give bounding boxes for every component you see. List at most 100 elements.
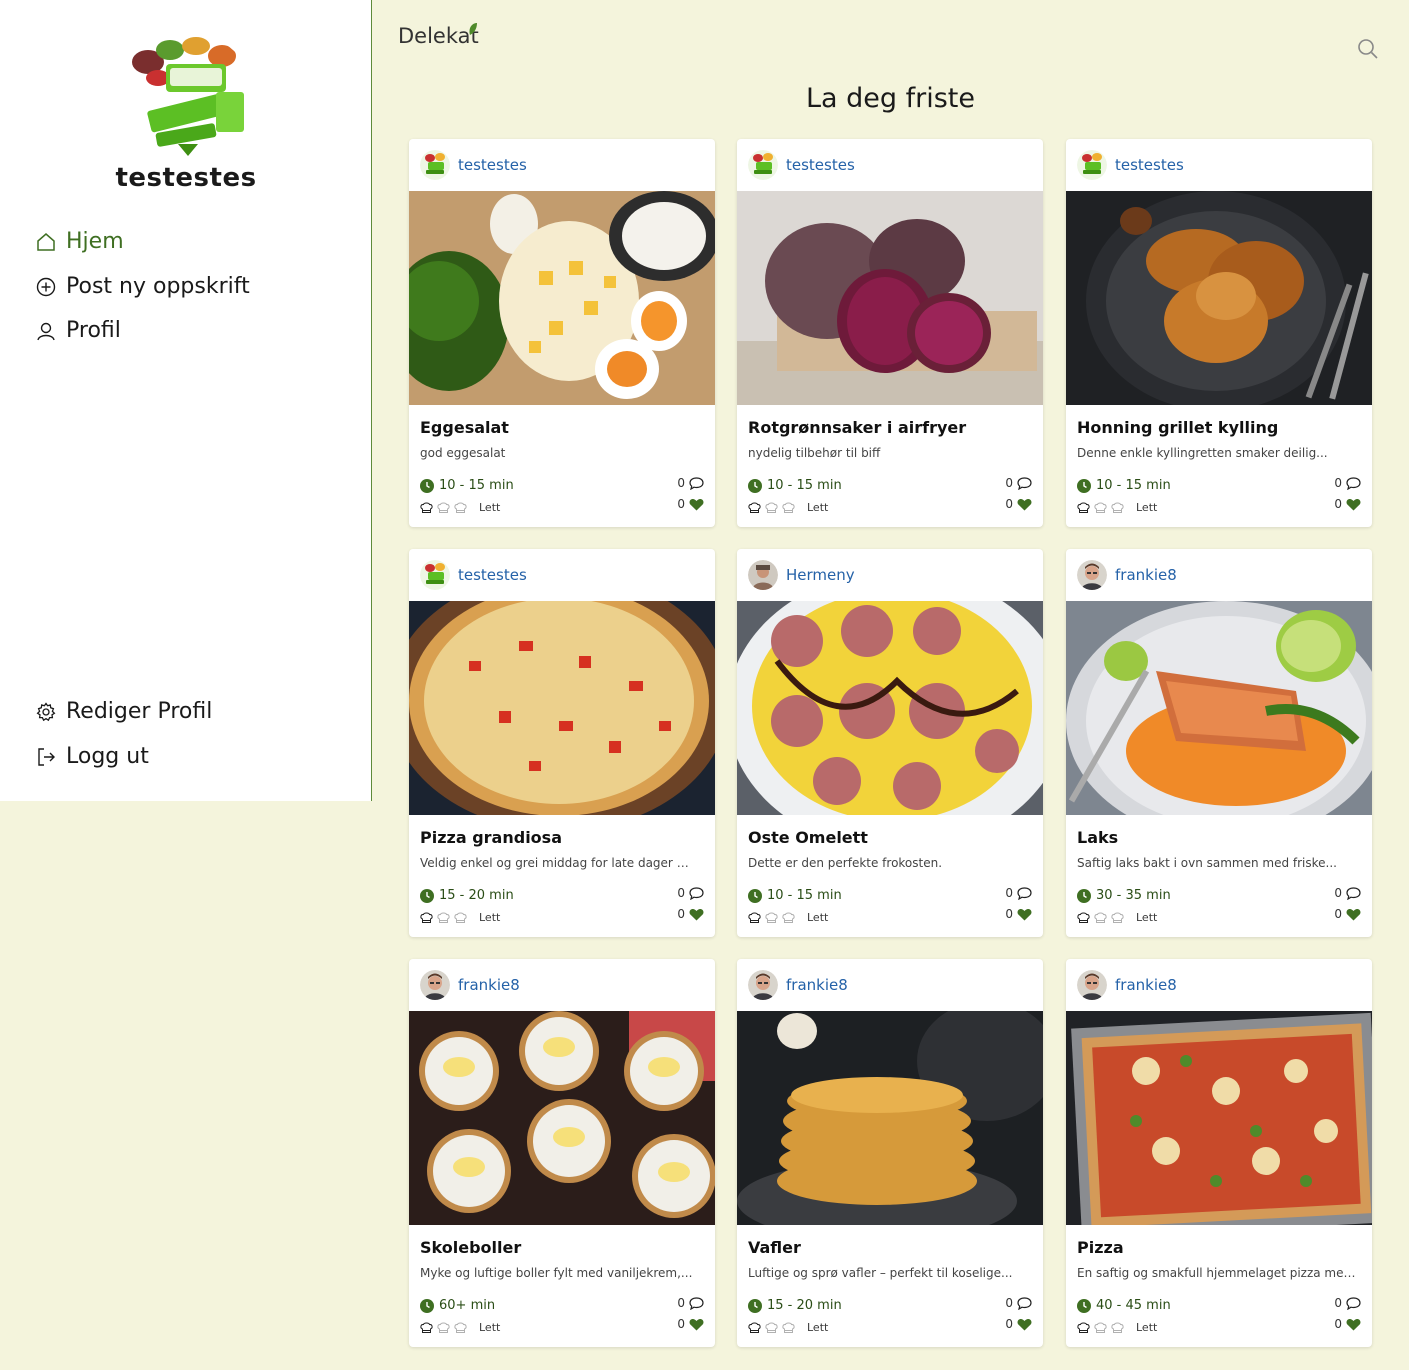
comment-count[interactable]: 0	[1005, 476, 1032, 490]
like-count-value: 0	[677, 907, 685, 921]
author-name[interactable]: frankie8	[786, 976, 848, 994]
recipe-image[interactable]	[409, 1011, 715, 1225]
leaf-icon	[469, 23, 477, 35]
recipe-title[interactable]: Laks	[1077, 828, 1361, 847]
comment-count[interactable]: 0	[677, 886, 704, 900]
recipe-card[interactable]: testestes Pizza grandiosa Veldig enkel o…	[409, 549, 715, 937]
comment-count[interactable]: 0	[1005, 1296, 1032, 1310]
like-button[interactable]: 0	[1334, 1317, 1361, 1331]
like-button[interactable]: 0	[1005, 1317, 1032, 1331]
nav-post-recipe[interactable]: Post ny oppskrift	[36, 274, 250, 299]
recipe-time: 10 - 15 min	[748, 888, 842, 903]
card-author: testestes	[409, 549, 715, 601]
author-name[interactable]: frankie8	[1115, 976, 1177, 994]
chef-hat-icon	[454, 502, 467, 513]
recipe-card[interactable]: frankie8 Laks Saftig laks bakt i ovn sam…	[1066, 549, 1372, 937]
like-button[interactable]: 0	[1334, 497, 1361, 511]
profile-avatar[interactable]	[118, 32, 254, 162]
recipe-title[interactable]: Rotgrønnsaker i airfryer	[748, 418, 1032, 437]
author-name[interactable]: Hermeny	[786, 566, 855, 584]
comment-icon	[1017, 476, 1032, 490]
app-logo[interactable]: Delekat	[398, 24, 479, 48]
author-avatar[interactable]	[1077, 150, 1107, 180]
recipe-title[interactable]: Oste Omelett	[748, 828, 1032, 847]
like-button[interactable]: 0	[1334, 907, 1361, 921]
recipe-title[interactable]: Honning grillet kylling	[1077, 418, 1361, 437]
like-button[interactable]: 0	[677, 1317, 704, 1331]
card-body: Pizza En saftig og smakfull hjemmelaget …	[1066, 1225, 1372, 1347]
heart-icon[interactable]	[689, 498, 704, 511]
heart-icon[interactable]	[689, 908, 704, 921]
author-avatar[interactable]	[748, 560, 778, 590]
recipe-image[interactable]	[737, 601, 1043, 815]
comment-count[interactable]: 0	[677, 476, 704, 490]
author-avatar[interactable]	[420, 150, 450, 180]
heart-icon[interactable]	[1017, 1318, 1032, 1331]
chef-hat-icon	[765, 912, 778, 923]
author-name[interactable]: testestes	[1115, 156, 1184, 174]
recipe-image[interactable]	[737, 1011, 1043, 1225]
recipe-image[interactable]	[1066, 601, 1372, 815]
author-name[interactable]: frankie8	[458, 976, 520, 994]
heart-icon[interactable]	[1017, 498, 1032, 511]
heart-icon[interactable]	[1346, 498, 1361, 511]
author-avatar[interactable]	[748, 970, 778, 1000]
nav-home[interactable]: Hjem	[36, 229, 124, 254]
recipe-image[interactable]	[409, 191, 715, 405]
recipe-time-label: 15 - 20 min	[767, 1298, 842, 1313]
recipe-card[interactable]: frankie8 Skoleboller Myke og luftige bol…	[409, 959, 715, 1347]
author-avatar[interactable]	[748, 150, 778, 180]
heart-icon[interactable]	[1346, 1318, 1361, 1331]
logout-icon	[38, 747, 55, 766]
card-author: frankie8	[1066, 549, 1372, 601]
recipe-title[interactable]: Skoleboller	[420, 1238, 704, 1257]
nav-logout[interactable]: Logg ut	[36, 744, 149, 769]
like-button[interactable]: 0	[677, 907, 704, 921]
recipe-card[interactable]: frankie8 Pizza En saftig og smakfull hje…	[1066, 959, 1372, 1347]
recipe-card[interactable]: testestes Eggesalat god eggesalat 10 - 1…	[409, 139, 715, 527]
recipe-title[interactable]: Vafler	[748, 1238, 1032, 1257]
recipe-image[interactable]	[409, 601, 715, 815]
recipe-card[interactable]: Hermeny Oste Omelett Dette er den perfek…	[737, 549, 1043, 937]
comment-count[interactable]: 0	[677, 1296, 704, 1310]
comment-icon	[689, 886, 704, 900]
author-name[interactable]: testestes	[786, 156, 855, 174]
chef-hat-icon	[1111, 502, 1124, 513]
recipe-time: 15 - 20 min	[748, 1298, 842, 1313]
recipe-time-label: 10 - 15 min	[1096, 478, 1171, 493]
nav-edit-profile[interactable]: Rediger Profil	[36, 699, 212, 724]
chef-hat-icon	[454, 1322, 467, 1333]
author-name[interactable]: testestes	[458, 156, 527, 174]
author-avatar[interactable]	[1077, 970, 1107, 1000]
recipe-card[interactable]: testestes Honning grillet kylling Denne …	[1066, 139, 1372, 527]
comment-count[interactable]: 0	[1334, 1296, 1361, 1310]
comment-count[interactable]: 0	[1334, 476, 1361, 490]
recipe-title[interactable]: Pizza	[1077, 1238, 1361, 1257]
recipe-title[interactable]: Pizza grandiosa	[420, 828, 704, 847]
recipe-image[interactable]	[1066, 1011, 1372, 1225]
recipe-image[interactable]	[737, 191, 1043, 405]
recipe-image[interactable]	[1066, 191, 1372, 405]
card-author: frankie8	[409, 959, 715, 1011]
heart-icon[interactable]	[1346, 908, 1361, 921]
author-name[interactable]: testestes	[458, 566, 527, 584]
heart-icon[interactable]	[689, 1318, 704, 1331]
like-button[interactable]: 0	[1005, 497, 1032, 511]
author-avatar[interactable]	[420, 560, 450, 590]
author-avatar[interactable]	[1077, 560, 1107, 590]
nav-profile[interactable]: Profil	[36, 318, 121, 343]
comment-count[interactable]: 0	[1005, 886, 1032, 900]
search-icon[interactable]	[1356, 37, 1380, 61]
recipe-card[interactable]: frankie8 Vafler Luftige og sprø vafler –…	[737, 959, 1043, 1347]
recipe-card[interactable]: testestes Rotgrønnsaker i airfryer nydel…	[737, 139, 1043, 527]
chef-hat-icon	[765, 1322, 778, 1333]
comment-count[interactable]: 0	[1334, 886, 1361, 900]
recipe-description: Saftig laks bakt i ovn sammen med friske…	[1077, 856, 1337, 870]
author-name[interactable]: frankie8	[1115, 566, 1177, 584]
author-avatar[interactable]	[420, 970, 450, 1000]
recipe-time: 10 - 15 min	[748, 478, 842, 493]
like-button[interactable]: 0	[1005, 907, 1032, 921]
recipe-title[interactable]: Eggesalat	[420, 418, 704, 437]
like-button[interactable]: 0	[677, 497, 704, 511]
heart-icon[interactable]	[1017, 908, 1032, 921]
